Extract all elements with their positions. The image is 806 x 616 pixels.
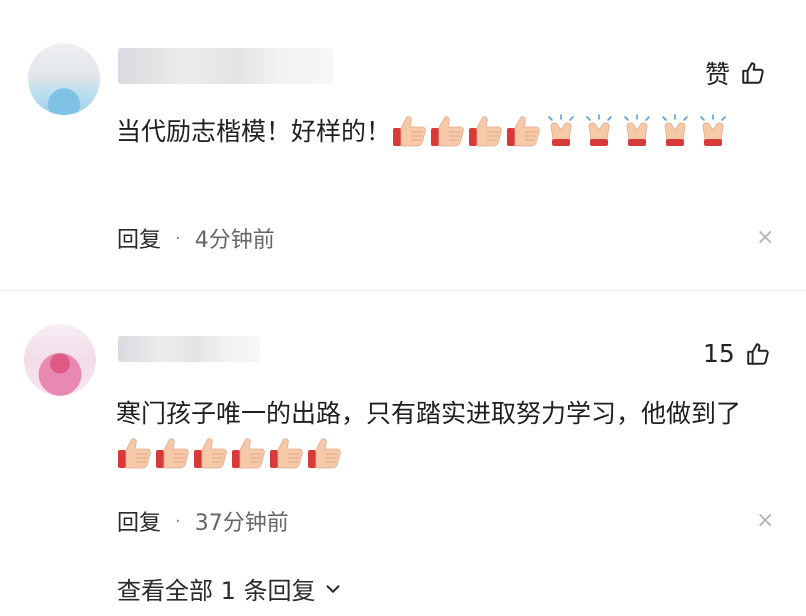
reply-button[interactable]: 回复 — [117, 505, 161, 537]
clap-emoji-icon — [619, 114, 655, 148]
comment-meta: 回复 · 37分钟前 — [117, 505, 289, 537]
username-blurred[interactable] — [118, 336, 260, 362]
thumbs-up-emoji-icon — [467, 114, 503, 148]
thumbs-up-emoji-icon — [391, 114, 427, 148]
close-icon[interactable]: × — [756, 508, 774, 533]
view-all-replies-button[interactable]: 查看全部 1 条回复 — [117, 571, 344, 606]
divider — [0, 290, 806, 291]
comment-text: 当代励志楷模！好样的！ — [116, 112, 756, 152]
chevron-down-icon — [326, 584, 340, 593]
separator: · — [175, 510, 181, 532]
like-count: 赞 — [705, 60, 731, 89]
clap-emoji-icon — [657, 114, 693, 148]
emoji-row — [116, 436, 344, 470]
thumbs-up-outline-icon — [742, 62, 764, 84]
reply-button[interactable]: 回复 — [117, 222, 161, 254]
comment-meta: 回复 · 4分钟前 — [117, 222, 275, 254]
thumbs-up-emoji-icon — [429, 114, 465, 148]
username-blurred[interactable] — [118, 48, 333, 84]
view-replies-label: 查看全部 1 条回复 — [117, 577, 316, 605]
avatar[interactable] — [24, 324, 96, 396]
timestamp: 37分钟前 — [194, 511, 289, 536]
thumbs-up-emoji-icon — [116, 436, 152, 470]
thumbs-up-emoji-icon — [192, 436, 228, 470]
thumbs-up-emoji-icon — [230, 436, 266, 470]
clap-emoji-icon — [581, 114, 617, 148]
comment-text: 寒门孩子唯一的出路，只有踏实进取努力学习，他做到了 — [116, 394, 766, 474]
emoji-row — [391, 114, 733, 148]
clap-emoji-icon — [543, 114, 579, 148]
like-count: 15 — [703, 339, 735, 368]
timestamp: 4分钟前 — [194, 228, 275, 253]
thumbs-up-emoji-icon — [306, 436, 342, 470]
close-icon[interactable]: × — [756, 225, 774, 250]
separator: · — [175, 227, 181, 249]
thumbs-up-outline-icon — [747, 342, 769, 365]
like-button[interactable]: 15 — [703, 339, 771, 368]
like-button[interactable]: 赞 — [705, 55, 766, 91]
thumbs-up-emoji-icon — [154, 436, 190, 470]
clap-emoji-icon — [695, 114, 731, 148]
thumbs-up-emoji-icon — [505, 114, 541, 148]
thumbs-up-emoji-icon — [268, 436, 304, 470]
avatar[interactable] — [28, 43, 100, 115]
